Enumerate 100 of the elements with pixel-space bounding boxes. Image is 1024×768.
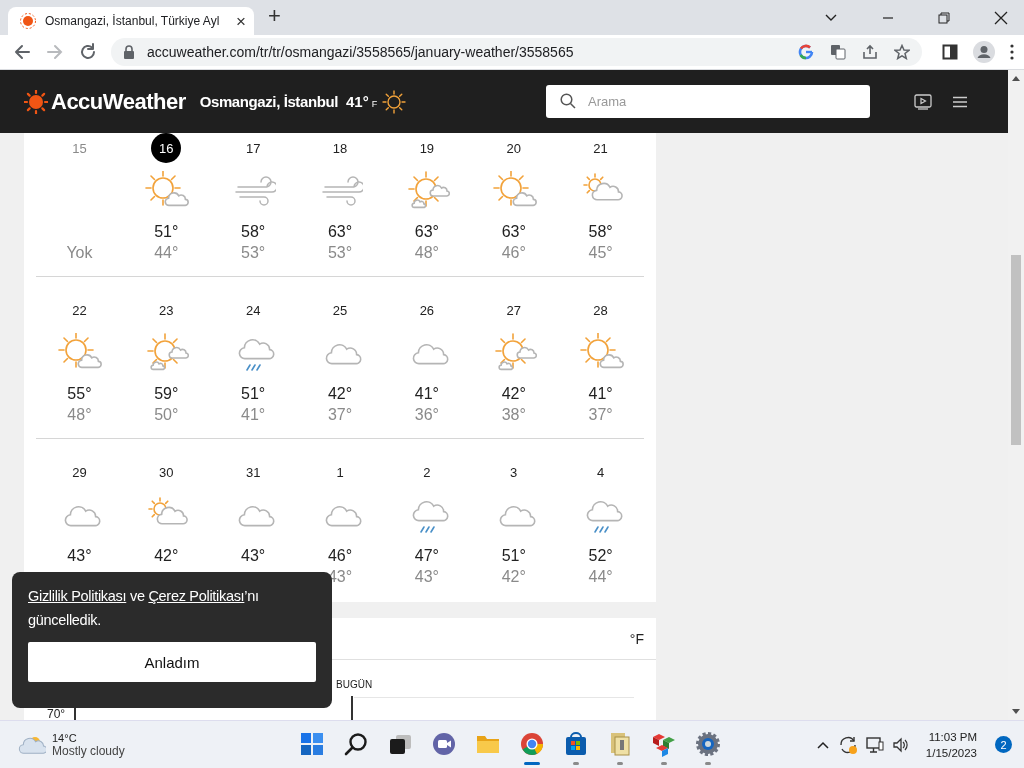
site-logo[interactable]: AccuWeather	[24, 88, 186, 115]
scroll-up-icon[interactable]	[1012, 76, 1020, 81]
current-location-link[interactable]: Osmangazi, İstanbul 41° F	[199, 89, 407, 114]
high-temperature: 55°	[67, 384, 92, 404]
weather-temperature: 14°C	[52, 731, 78, 744]
volume-icon[interactable]	[891, 736, 910, 753]
scrollbar[interactable]	[1008, 70, 1024, 720]
unit-toggle[interactable]: °F	[629, 630, 644, 647]
high-temperature: 59°	[154, 384, 179, 404]
high-temperature: 47°	[414, 546, 439, 566]
sun-logo-icon	[20, 13, 36, 29]
chevron-down-icon[interactable]	[824, 12, 838, 23]
star-icon[interactable]	[894, 44, 910, 60]
day-number: 29	[71, 463, 88, 482]
accept-button[interactable]: Anladım	[28, 642, 316, 682]
today-date: 16	[151, 133, 182, 163]
low-temperature: 46°	[501, 243, 526, 263]
scrollbar-thumb[interactable]	[1011, 255, 1021, 445]
low-temperature: 41°	[241, 405, 266, 425]
settings-icon	[695, 730, 721, 757]
chevron-up-icon[interactable]	[815, 739, 830, 750]
store-icon	[563, 730, 589, 757]
day-number: 17	[244, 139, 262, 158]
side-panel-icon[interactable]	[942, 44, 958, 60]
high-temperature: 51°	[154, 222, 179, 242]
scroll-down-icon[interactable]	[1012, 709, 1020, 714]
search-field[interactable]: Arama	[546, 85, 870, 118]
low-temperature: 37°	[588, 405, 613, 425]
weather-condition: Mostly cloudy	[52, 743, 125, 758]
translate-icon[interactable]	[830, 44, 846, 60]
search-icon	[560, 93, 576, 109]
day-number: 15	[71, 139, 88, 158]
more-menu-icon[interactable]	[1010, 44, 1014, 60]
video-icon[interactable]	[914, 93, 932, 110]
day-number: 1	[335, 463, 345, 482]
day-number: 27	[505, 301, 522, 320]
lock-icon	[123, 45, 135, 59]
high-temperature: 63°	[501, 222, 526, 242]
low-temperature: 44°	[588, 567, 613, 587]
sun-icon	[382, 89, 407, 114]
notification-badge[interactable]: 2	[995, 736, 1012, 753]
high-temperature: 43°	[67, 546, 92, 566]
location-name: Osmangazi, İstanbul	[199, 93, 338, 110]
policy-link[interactable]: Çerez Politikası	[148, 588, 245, 604]
network-icon[interactable]	[865, 735, 884, 754]
clock-time: 11:03 PM	[928, 729, 977, 745]
low-temperature: 50°	[154, 405, 179, 425]
day-number: 3	[509, 463, 519, 482]
address-bar[interactable]: accuweather.com/tr/tr/osmangazi/3558565/january-weather/3558565	[111, 38, 922, 66]
sync-icon[interactable]	[837, 734, 858, 755]
high-temperature: 51°	[241, 384, 266, 404]
high-temperature: 63°	[414, 222, 439, 242]
browser-tab[interactable]: Osmangazi, İstanbul, Türkiye Ayl ×	[8, 7, 254, 35]
today-label: BUGÜN	[336, 679, 373, 690]
share-icon[interactable]	[862, 44, 878, 60]
day-number: 31	[244, 463, 262, 482]
low-temperature: 48°	[67, 405, 92, 425]
high-temperature: 52°	[588, 546, 613, 566]
current-temperature: 41°	[345, 93, 369, 110]
policy-link[interactable]: Gizlilik Politikası	[28, 588, 127, 604]
high-temperature: 43°	[241, 546, 266, 566]
temperature-unit: F	[371, 99, 378, 109]
high-temperature: 51°	[501, 546, 526, 566]
reload-icon[interactable]	[79, 43, 97, 61]
low-temperature: 44°	[154, 243, 179, 263]
high-temperature: 63°	[327, 222, 353, 242]
profile-icon[interactable]	[973, 41, 995, 63]
low-temperature: 37°	[327, 405, 353, 425]
day-number: 24	[244, 301, 262, 320]
sun-logo-icon	[24, 89, 48, 114]
close-icon[interactable]	[994, 10, 1008, 25]
day-number: 4	[595, 463, 606, 482]
restore-icon[interactable]	[938, 11, 950, 24]
day-number: 18	[331, 139, 349, 158]
high-temperature: 46°	[327, 546, 353, 566]
axis-label: 70°	[47, 707, 66, 720]
day-number: 25	[331, 301, 349, 320]
menu-icon[interactable]	[952, 95, 968, 108]
colored-ring-icon[interactable]	[798, 44, 814, 60]
high-temperature: 41°	[588, 384, 613, 404]
high-temperature: 42°	[501, 384, 526, 404]
weather-widget[interactable]: 14°C Mostly cloudy	[18, 731, 278, 758]
low-temperature: 42°	[501, 567, 526, 587]
url-text: accuweather.com/tr/tr/osmangazi/3558565/january-weather/3558565	[147, 44, 574, 60]
new-tab-button[interactable]: +	[268, 5, 281, 27]
day-number: 20	[505, 139, 522, 158]
back-icon[interactable]	[13, 43, 31, 61]
low-temperature: 48°	[414, 243, 439, 263]
high-temperature: 42°	[154, 546, 179, 566]
clock[interactable]: 11:03 PM 1/15/2023	[925, 728, 977, 761]
day-number: 19	[418, 139, 436, 158]
day-number: 2	[422, 463, 432, 482]
day-number: 26	[418, 301, 436, 320]
low-temperature: 43°	[414, 567, 439, 587]
cookie-message: Gizlilik Politikası ve Çerez Politikası’nı güncelledik.	[28, 587, 260, 630]
close-tab-button[interactable]: ×	[236, 12, 246, 30]
high-temperature: 41°	[414, 384, 439, 404]
search-icon	[343, 730, 369, 757]
high-temperature: 58°	[588, 222, 613, 242]
low-temperature: 36°	[414, 405, 439, 425]
